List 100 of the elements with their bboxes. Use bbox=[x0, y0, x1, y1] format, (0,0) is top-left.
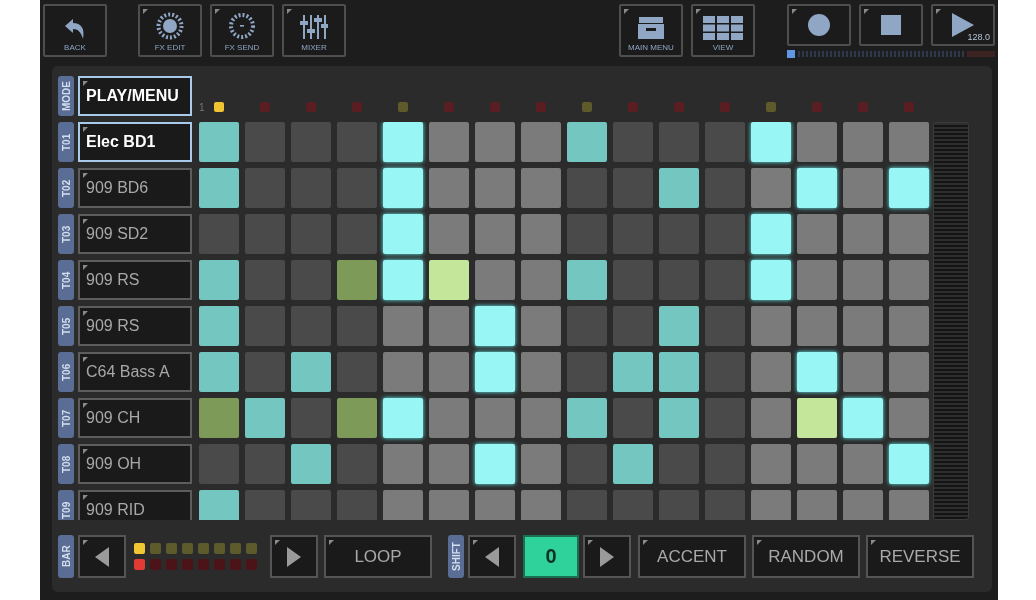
track-name-button[interactable]: Elec BD1 bbox=[78, 122, 192, 162]
mode-selector[interactable]: PLAY/MENU bbox=[78, 76, 192, 116]
step-pad[interactable] bbox=[383, 260, 423, 300]
bar-led[interactable] bbox=[230, 543, 241, 554]
step-pad[interactable] bbox=[843, 398, 883, 438]
step-pad[interactable] bbox=[199, 214, 239, 254]
bar-led[interactable] bbox=[182, 543, 193, 554]
step-pad[interactable] bbox=[567, 398, 607, 438]
step-pad[interactable] bbox=[613, 122, 653, 162]
step-pad[interactable] bbox=[383, 122, 423, 162]
step-pad[interactable] bbox=[383, 490, 423, 520]
step-pad[interactable] bbox=[751, 122, 791, 162]
step-pad[interactable] bbox=[797, 214, 837, 254]
step-pad[interactable] bbox=[843, 260, 883, 300]
step-pad[interactable] bbox=[199, 352, 239, 392]
step-pad[interactable] bbox=[521, 352, 561, 392]
step-pad[interactable] bbox=[889, 444, 929, 484]
step-pad[interactable] bbox=[337, 490, 377, 520]
step-pad[interactable] bbox=[751, 398, 791, 438]
step-pad[interactable] bbox=[613, 352, 653, 392]
step-pad[interactable] bbox=[567, 168, 607, 208]
toolbar-button[interactable]: MAIN MENU bbox=[619, 4, 683, 57]
stop-button[interactable] bbox=[859, 4, 923, 46]
step-pad[interactable] bbox=[475, 306, 515, 346]
bar-led[interactable] bbox=[150, 543, 161, 554]
step-pad[interactable] bbox=[889, 398, 929, 438]
step-pad[interactable] bbox=[337, 260, 377, 300]
step-pad[interactable] bbox=[705, 214, 745, 254]
pattern-button[interactable]: ACCENT bbox=[638, 535, 746, 578]
step-pad[interactable] bbox=[889, 306, 929, 346]
step-pad[interactable] bbox=[245, 214, 285, 254]
step-pad[interactable] bbox=[245, 306, 285, 346]
step-pad[interactable] bbox=[199, 444, 239, 484]
step-pad[interactable] bbox=[429, 398, 469, 438]
step-pad[interactable] bbox=[843, 214, 883, 254]
step-pad[interactable] bbox=[337, 306, 377, 346]
step-pad[interactable] bbox=[521, 168, 561, 208]
step-pad[interactable] bbox=[659, 306, 699, 346]
step-pad[interactable] bbox=[797, 444, 837, 484]
step-pad[interactable] bbox=[337, 214, 377, 254]
step-pad[interactable] bbox=[521, 444, 561, 484]
step-pad[interactable] bbox=[659, 398, 699, 438]
step-pad[interactable] bbox=[705, 352, 745, 392]
step-pad[interactable] bbox=[613, 490, 653, 520]
step-pad[interactable] bbox=[751, 260, 791, 300]
step-pad[interactable] bbox=[291, 398, 331, 438]
step-pad[interactable] bbox=[889, 214, 929, 254]
track-name-button[interactable]: C64 Bass A bbox=[78, 352, 192, 392]
step-pad[interactable] bbox=[199, 306, 239, 346]
step-pad[interactable] bbox=[843, 490, 883, 520]
step-pad[interactable] bbox=[705, 444, 745, 484]
step-pad[interactable] bbox=[199, 122, 239, 162]
step-pad[interactable] bbox=[475, 398, 515, 438]
step-pad[interactable] bbox=[429, 490, 469, 520]
step-pad[interactable] bbox=[521, 398, 561, 438]
step-pad[interactable] bbox=[383, 306, 423, 346]
step-pad[interactable] bbox=[889, 490, 929, 520]
step-pad[interactable] bbox=[475, 214, 515, 254]
next-button[interactable] bbox=[583, 535, 631, 578]
step-pad[interactable] bbox=[613, 398, 653, 438]
step-pad[interactable] bbox=[567, 444, 607, 484]
step-pad[interactable] bbox=[751, 306, 791, 346]
pattern-button[interactable]: REVERSE bbox=[866, 535, 974, 578]
step-pad[interactable] bbox=[429, 122, 469, 162]
step-pad[interactable] bbox=[659, 490, 699, 520]
step-pad[interactable] bbox=[567, 214, 607, 254]
step-pad[interactable] bbox=[797, 352, 837, 392]
toolbar-button[interactable]: FX SEND bbox=[210, 4, 274, 57]
previous-button[interactable] bbox=[78, 535, 126, 578]
step-pad[interactable] bbox=[659, 214, 699, 254]
bar-led[interactable] bbox=[134, 559, 145, 570]
step-pad[interactable] bbox=[475, 260, 515, 300]
step-pad[interactable] bbox=[199, 398, 239, 438]
step-pad[interactable] bbox=[567, 306, 607, 346]
step-pad[interactable] bbox=[797, 168, 837, 208]
scroll-strip[interactable] bbox=[933, 122, 969, 520]
step-pad[interactable] bbox=[429, 352, 469, 392]
step-pad[interactable] bbox=[705, 122, 745, 162]
step-pad[interactable] bbox=[797, 490, 837, 520]
step-pad[interactable] bbox=[705, 168, 745, 208]
step-pad[interactable] bbox=[751, 490, 791, 520]
step-pad[interactable] bbox=[383, 168, 423, 208]
step-pad[interactable] bbox=[291, 490, 331, 520]
step-pad[interactable] bbox=[659, 168, 699, 208]
step-pad[interactable] bbox=[245, 444, 285, 484]
bar-led[interactable] bbox=[214, 543, 225, 554]
step-pad[interactable] bbox=[613, 260, 653, 300]
step-pad[interactable] bbox=[291, 306, 331, 346]
step-pad[interactable] bbox=[567, 122, 607, 162]
step-pad[interactable] bbox=[429, 168, 469, 208]
step-pad[interactable] bbox=[613, 214, 653, 254]
track-name-button[interactable]: 909 RID bbox=[78, 490, 192, 520]
step-pad[interactable] bbox=[199, 490, 239, 520]
step-pad[interactable] bbox=[337, 352, 377, 392]
step-pad[interactable] bbox=[521, 214, 561, 254]
toolbar-button[interactable]: BACK bbox=[43, 4, 107, 57]
step-pad[interactable] bbox=[245, 398, 285, 438]
step-pad[interactable] bbox=[751, 168, 791, 208]
step-pad[interactable] bbox=[797, 306, 837, 346]
step-pad[interactable] bbox=[291, 168, 331, 208]
